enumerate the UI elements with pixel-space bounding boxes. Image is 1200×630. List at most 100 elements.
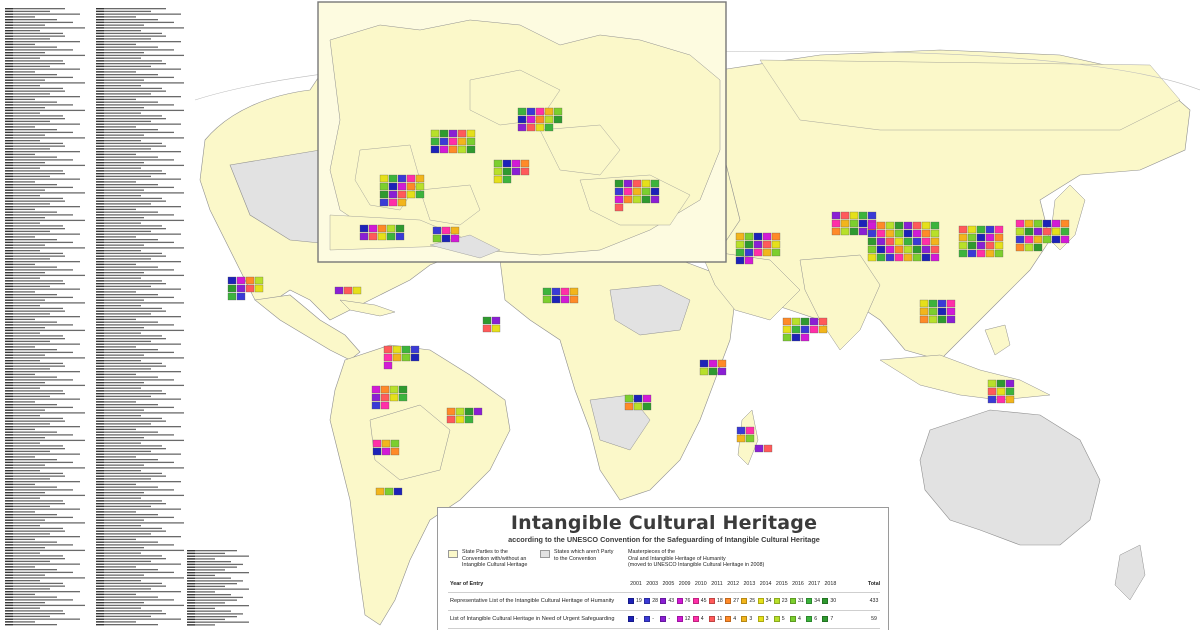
heritage-element-china [876, 237, 886, 246]
heritage-element-iran [735, 232, 745, 241]
heritage-element-china [921, 229, 931, 238]
index-number [96, 299, 104, 301]
key-nonparty-line-1: States which aren't Party [554, 549, 614, 555]
index-line [96, 362, 162, 365]
index-number [96, 406, 104, 409]
index-number [96, 577, 104, 579]
index-number [5, 437, 13, 439]
heritage-element-algeria [441, 226, 451, 235]
index-number [96, 596, 104, 598]
heritage-element-croatia [535, 115, 545, 124]
heritage-element-china [912, 221, 922, 230]
index-line [96, 615, 151, 618]
heritage-element-china [930, 221, 940, 230]
index-number [96, 555, 104, 557]
year-count: 34 [765, 597, 772, 604]
year-color-swatch [709, 615, 715, 622]
heritage-element-korea [994, 233, 1004, 242]
heritage-element-indonesia [996, 387, 1006, 396]
index-number [5, 456, 13, 458]
index-line [96, 343, 181, 345]
index-number [96, 340, 104, 343]
index-number [5, 57, 13, 59]
index-number [5, 321, 13, 323]
index-number [187, 624, 195, 626]
index-number [96, 349, 104, 351]
heritage-element-china [912, 229, 922, 238]
index-number [96, 272, 104, 274]
index-number [5, 252, 13, 255]
index-number [5, 401, 13, 403]
index-number [96, 417, 104, 420]
year-color-swatch [757, 597, 764, 604]
index-number [96, 448, 104, 450]
index-number [5, 85, 13, 87]
heritage-element-algeria [450, 234, 460, 243]
index-number [96, 505, 104, 508]
heritage-element-india [800, 325, 810, 334]
heritage-element-algeria [441, 234, 451, 243]
index-number [96, 357, 104, 359]
index-number [96, 478, 104, 480]
index-number [5, 159, 13, 161]
index-line [5, 379, 73, 381]
index-number [96, 379, 104, 381]
index-number [96, 390, 104, 392]
index-line [5, 591, 80, 593]
index-number [5, 123, 13, 125]
index-line [5, 508, 80, 510]
index-line [5, 137, 85, 139]
index-line [96, 459, 158, 461]
index-line [5, 406, 73, 409]
index-line [5, 96, 80, 98]
index-line [5, 577, 85, 579]
index-number [96, 376, 104, 378]
index-line [5, 118, 65, 120]
index-line [96, 294, 158, 296]
heritage-element-france [466, 129, 476, 138]
year-cell: 4 [725, 615, 736, 622]
index-number [96, 302, 104, 304]
heritage-element-turkey [614, 179, 624, 188]
index-number [5, 362, 13, 365]
index-number [96, 538, 104, 541]
index-line [96, 508, 181, 510]
index-line [96, 478, 151, 480]
heritage-element-china [930, 253, 940, 262]
index-number [5, 415, 13, 417]
index-number [5, 310, 13, 312]
year-cell: - [660, 615, 670, 622]
heritage-element-turkey [641, 187, 651, 196]
index-line [5, 316, 80, 318]
index-line [5, 186, 73, 189]
index-line [96, 280, 162, 282]
year-2012: 2012 [727, 581, 740, 587]
heritage-element-croatia [517, 123, 527, 132]
heritage-element-india [782, 325, 792, 334]
year-count: - [668, 615, 671, 622]
heritage-element-china [867, 253, 877, 262]
heritage-element-italy [493, 175, 503, 184]
index-number [187, 561, 195, 563]
heritage-element-vietnam [946, 299, 956, 308]
index-line [5, 390, 63, 392]
index-number [5, 164, 13, 167]
index-number [96, 437, 104, 439]
heritage-element-madagascar [763, 444, 773, 453]
index-number [187, 580, 195, 582]
index-line [5, 426, 80, 428]
heritage-element-morocco [359, 232, 369, 241]
index-number [5, 533, 13, 535]
year-count: 12 [684, 615, 691, 622]
index-number [5, 525, 13, 527]
heritage-element-spain [379, 190, 389, 199]
heritage-element-uganda [717, 367, 727, 376]
index-number [5, 450, 13, 453]
year-count: 7 [830, 615, 834, 622]
masterpieces-line-3: (moved to UNESCO Intangible Cultural Her… [628, 562, 765, 569]
heritage-element-japan [1033, 243, 1043, 252]
index-number [5, 140, 13, 142]
index-number [96, 461, 104, 464]
heritage-element-spain [379, 182, 389, 191]
index-line [5, 610, 63, 612]
